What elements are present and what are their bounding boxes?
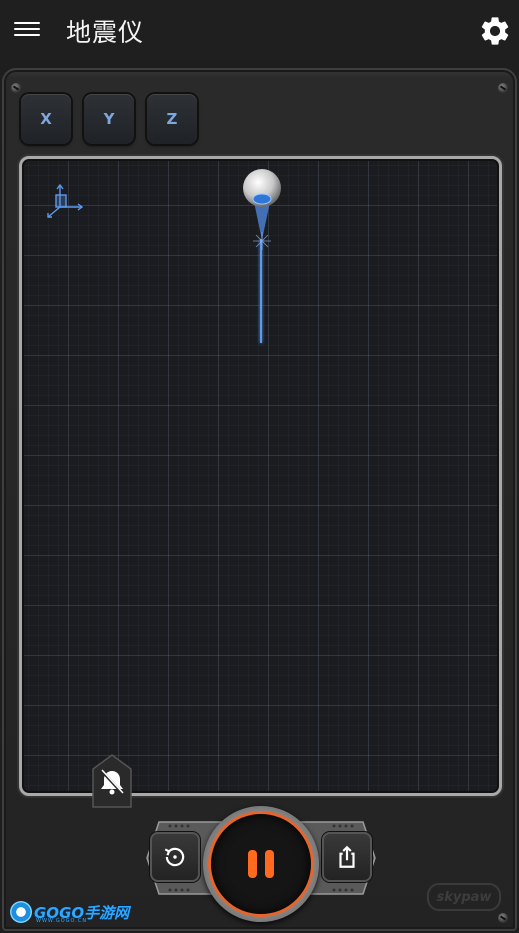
watermark-url: WWW.GOGO.CN	[36, 918, 88, 924]
device-logo: skypaw	[427, 883, 501, 911]
screw-icon	[11, 83, 21, 93]
axis-y-button[interactable]: Y	[84, 94, 134, 144]
pause-icon	[211, 814, 311, 914]
gogo-logo-icon	[10, 901, 32, 923]
recording-stylus-icon	[243, 169, 281, 250]
gear-icon[interactable]	[478, 14, 512, 48]
reset-history-icon	[164, 847, 185, 867]
share-icon	[339, 845, 355, 868]
share-button[interactable]	[322, 832, 372, 882]
xyz-axes-icon	[47, 183, 84, 218]
screw-icon	[498, 913, 508, 923]
reset-button[interactable]	[150, 832, 200, 882]
seismograph-display	[19, 156, 502, 796]
page-title: 地震仪	[66, 18, 145, 47]
watermark: GOGO手游网 WWW.GOGO.CN	[10, 900, 129, 924]
pause-button[interactable]	[203, 806, 319, 922]
screw-icon	[498, 83, 508, 93]
bell-off-icon[interactable]	[92, 754, 132, 808]
app-bar: 地震仪	[0, 0, 519, 62]
axis-z-button[interactable]: Z	[147, 94, 197, 144]
axis-x-button[interactable]: X	[21, 94, 71, 144]
hamburger-menu-icon[interactable]	[14, 18, 40, 44]
